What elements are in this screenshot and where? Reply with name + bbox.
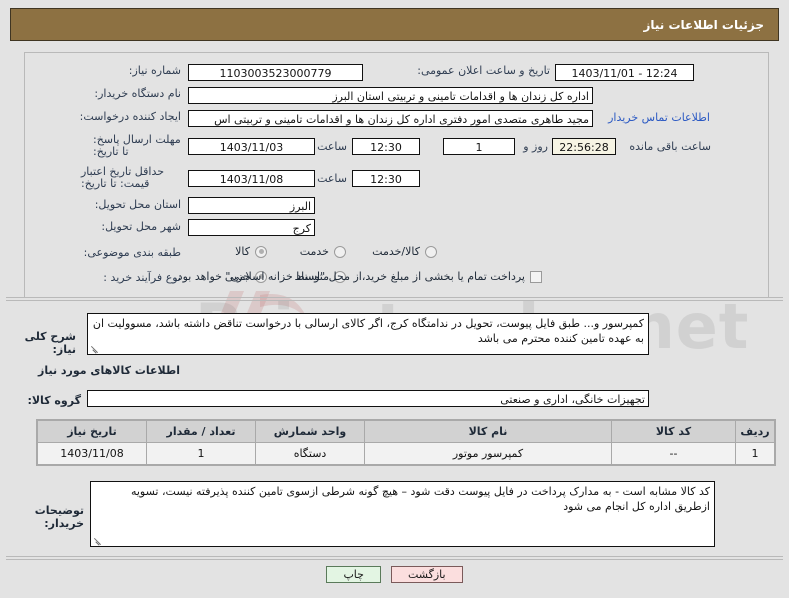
response-deadline-label: مهلت ارسال پاسخ: تا تاریخ: [93, 133, 181, 158]
footer-divider [6, 556, 783, 557]
creator-label: ایجاد کننده درخواست: [79, 110, 181, 123]
need-description-text: کمپرسور و... طبق فایل پیوست، تحویل در ند… [92, 317, 644, 345]
need-description-textarea[interactable]: کمپرسور و... طبق فایل پیوست، تحویل در ند… [87, 313, 649, 355]
radio-icon-service[interactable] [334, 245, 346, 258]
back-button[interactable]: بازگشت [390, 566, 463, 583]
price-validity-date-field[interactable]: 1403/11/08 [188, 170, 315, 187]
buyer-contact-link[interactable]: اطلاعات تماس خریدار [608, 111, 710, 124]
treasury-bond-checkbox-label: پرداخت تمام یا بخشی از مبلغ خرید،از محل … [174, 270, 525, 283]
cell-qty: 1 [146, 442, 256, 465]
col-header-name: نام کالا [364, 420, 612, 443]
subject-category-option-service[interactable]: خدمت [300, 245, 346, 258]
delivery-city-field[interactable]: کرج [188, 219, 315, 236]
col-header-date: تاریخ نیاز [37, 420, 147, 443]
response-deadline-time-field[interactable]: 12:30 [352, 138, 420, 155]
col-header-unit: واحد شمارش [255, 420, 365, 443]
announce-datetime-field[interactable]: 12:24 - 1403/11/01 [555, 64, 694, 81]
page-title: جزئیات اطلاعات نیاز [643, 17, 764, 32]
subject-category-option-goods-service-label: کالا/خدمت [372, 245, 420, 258]
countdown-field: 22:56:28 [552, 138, 616, 155]
subject-category-option-goods-service[interactable]: کالا/خدمت [372, 245, 437, 258]
print-button[interactable]: چاپ [326, 566, 381, 583]
creator-row: ایجاد کننده درخواست: [80, 110, 181, 123]
response-deadline-date-field[interactable]: 1403/11/03 [188, 138, 315, 155]
need-number-row: شماره نیاز: [129, 64, 181, 77]
goods-table-wrapper: ردیف کد کالا نام کالا واحد شمارش تعداد /… [36, 419, 776, 466]
need-number-label: شماره نیاز: [128, 64, 181, 77]
col-header-qty: تعداد / مقدار [146, 420, 256, 443]
panel-right-border [768, 52, 769, 297]
goods-group-label: گروه کالا: [27, 394, 81, 407]
checkbox-icon-treasury-bond[interactable] [530, 270, 542, 283]
price-validity-time-field[interactable]: 12:30 [352, 170, 420, 187]
page-root: جزئیات اطلاعات نیاز شماره نیاز: 11030035… [0, 0, 789, 598]
radio-icon-goods-service[interactable] [425, 245, 437, 258]
delivery-province-field[interactable]: البرز [188, 197, 315, 214]
section-divider-top-2 [6, 300, 783, 301]
cell-name: کمپرسور موتور [364, 442, 612, 465]
buyer-org-field[interactable]: اداره کل زندان ها و اقدامات تامینی و ترب… [188, 87, 593, 104]
buyer-notes-textarea[interactable]: کد کالا مشابه است - به مدارک پرداخت در ف… [90, 481, 715, 547]
remaining-days-label: روز و [523, 140, 548, 153]
goods-group-field[interactable]: تجهیزات خانگی، اداری و صنعتی [87, 390, 649, 407]
purchase-process-label: نوع فرآیند خرید : [103, 271, 181, 284]
subject-category-option-service-label: خدمت [299, 245, 329, 258]
countdown-label: ساعت باقی مانده [629, 140, 711, 153]
cell-unit: دستگاه [255, 442, 365, 465]
col-header-row: ردیف [735, 420, 775, 443]
resize-grip-icon[interactable] [90, 344, 99, 353]
cell-date: 1403/11/08 [37, 442, 147, 465]
table-header-row: ردیف کد کالا نام کالا واحد شمارش تعداد /… [37, 420, 775, 443]
announce-datetime-label: تاریخ و ساعت اعلان عمومی: [417, 64, 550, 77]
buyer-org-label: نام دستگاه خریدار: [94, 87, 181, 100]
footer-button-bar: بازگشت چاپ [0, 566, 789, 583]
price-validity-time-label: ساعت [317, 172, 347, 185]
treasury-bond-checkbox-row[interactable]: پرداخت تمام یا بخشی از مبلغ خرید،از محل … [174, 270, 542, 283]
col-header-code: کد کالا [611, 420, 736, 443]
delivery-province-label: استان محل تحویل: [94, 198, 181, 211]
creator-field[interactable]: مجید طاهری متصدی امور دفتری اداره کل زند… [188, 110, 593, 127]
page-title-bar: جزئیات اطلاعات نیاز [10, 8, 779, 41]
subject-category-label: طبقه بندی موضوعی: [83, 246, 181, 259]
response-deadline-time-label: ساعت [317, 140, 347, 153]
need-number-field[interactable]: 1103003523000779 [188, 64, 363, 81]
remaining-days-field[interactable]: 1 [443, 138, 515, 155]
goods-section-title: اطلاعات کالاهای مورد نیاز [38, 364, 180, 377]
cell-row: 1 [735, 442, 775, 465]
panel-left-border [24, 52, 25, 297]
delivery-city-label: شهر محل تحویل: [101, 220, 181, 233]
cell-code: -- [611, 442, 736, 465]
radio-icon-goods[interactable] [255, 245, 267, 258]
price-validity-label: حداقل تاریخ اعتبار قیمت: تا تاریخ: [81, 165, 165, 190]
announce-datetime-row: تاریخ و ساعت اعلان عمومی: [417, 64, 550, 77]
panel-top-divider [24, 52, 769, 53]
resize-grip-icon-notes[interactable] [93, 536, 102, 545]
subject-category-option-goods[interactable]: کالا [235, 245, 267, 258]
buyer-notes-text: کد کالا مشابه است - به مدارک پرداخت در ف… [130, 485, 710, 513]
subject-category-option-goods-label: کالا [235, 245, 250, 258]
goods-table: ردیف کد کالا نام کالا واحد شمارش تعداد /… [37, 420, 775, 465]
buyer-org-row: نام دستگاه خریدار: [94, 87, 181, 100]
footer-divider-2 [6, 559, 783, 560]
buyer-notes-label: توضیحات خریدار: [34, 504, 84, 530]
table-row: 1 -- کمپرسور موتور دستگاه 1 1403/11/08 [37, 442, 775, 465]
need-description-label: شرح کلی نیاز: [24, 330, 76, 356]
section-divider-top [6, 297, 783, 298]
